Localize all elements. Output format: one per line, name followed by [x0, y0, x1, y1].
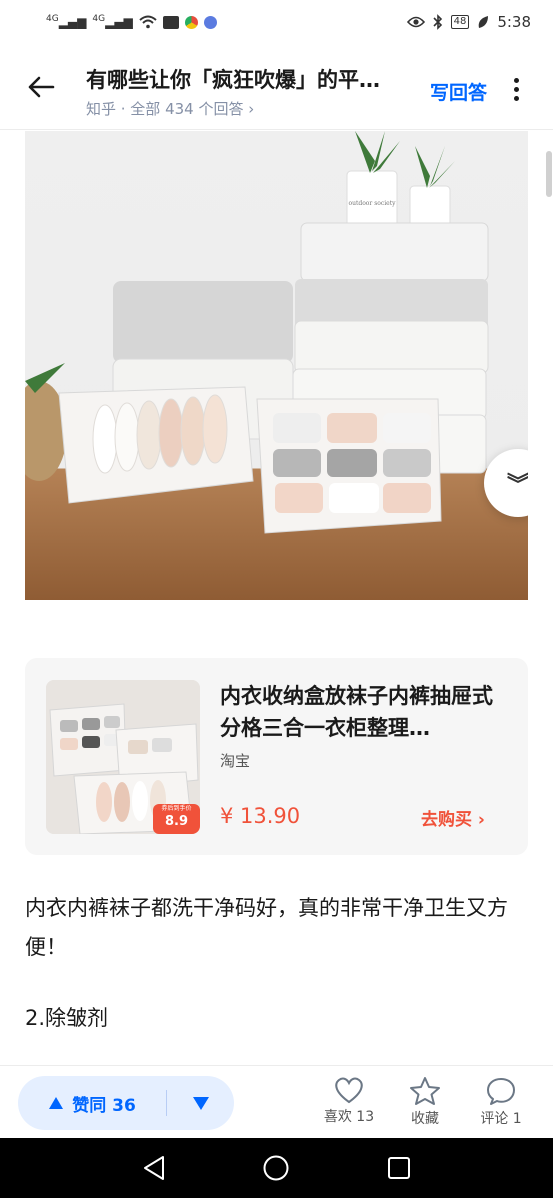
- favorite-button[interactable]: 收藏: [390, 1076, 460, 1134]
- double-chevron-down-icon: ︾: [506, 473, 528, 498]
- nav-home-button[interactable]: [258, 1150, 294, 1186]
- answer-image[interactable]: outdoor society ︾: [25, 131, 528, 600]
- comment-bubble-icon: [487, 1078, 515, 1105]
- signal-label-1: 4G: [46, 14, 59, 24]
- circle-home-icon: [263, 1155, 289, 1181]
- downvote-button[interactable]: [167, 1076, 234, 1130]
- triangle-back-icon: [144, 1156, 164, 1180]
- signal-icon-1: 4G▂▄▆: [46, 14, 87, 30]
- heart-icon: [335, 1077, 363, 1104]
- answers-count-link[interactable]: 知乎 · 全部 434 个回答 ›: [86, 98, 254, 119]
- nav-recents-button[interactable]: [381, 1150, 417, 1186]
- system-navigation-bar: [0, 1138, 553, 1198]
- image-icon: [162, 15, 179, 29]
- promo-price-badge: 券后到手价 8.9: [153, 804, 200, 834]
- product-title[interactable]: 内衣收纳盒放袜子内裤抽屉式分格三合一衣柜整理…: [220, 680, 512, 744]
- promo-badge-price: 8.9: [164, 814, 189, 829]
- buy-button[interactable]: 去购买 ›: [421, 805, 485, 830]
- arrow-left-icon: [28, 76, 55, 98]
- question-title[interactable]: 有哪些让你「疯狂吹爆」的平…: [86, 64, 426, 94]
- upvote-label: 赞同 36: [72, 1095, 136, 1116]
- favorite-label: 收藏: [411, 1111, 439, 1127]
- signal-label-2: 4G: [92, 14, 106, 24]
- status-left: 4G▂▄▆ 4G▂▄▆: [46, 15, 217, 29]
- status-bar: 4G▂▄▆ 4G▂▄▆ 48 5:38: [0, 0, 553, 44]
- square-recents-icon: [388, 1157, 410, 1179]
- app-icon-chrome: [184, 15, 198, 29]
- status-right: 48 5:38: [406, 13, 531, 31]
- upvote-button[interactable]: 赞同 36: [18, 1076, 166, 1130]
- more-options-button[interactable]: [506, 74, 526, 104]
- comment-label: 评论 1: [480, 1111, 522, 1127]
- scrollbar[interactable]: [546, 151, 552, 197]
- product-card[interactable]: 券后到手价 8.9 内衣收纳盒放袜子内裤抽屉式分格三合一衣柜整理… 淘宝 ¥ 1…: [25, 658, 528, 855]
- wifi-icon: [139, 15, 157, 29]
- signal-icon-2: 4G▂▄▆: [92, 14, 133, 30]
- like-button[interactable]: 喜欢 13: [314, 1076, 384, 1134]
- product-source: 淘宝: [220, 752, 251, 770]
- nav-back-button[interactable]: [136, 1150, 172, 1186]
- question-header: 有哪些让你「疯狂吹爆」的平… 知乎 · 全部 434 个回答 › 写回答: [0, 44, 553, 130]
- app-icon-browser: [203, 15, 217, 29]
- star-icon: [410, 1077, 440, 1105]
- answer-paragraph: 内衣内裤袜子都洗干净码好，真的非常干净卫生又方便！: [25, 896, 508, 959]
- vertical-dots-icon: [513, 77, 519, 83]
- leaf-icon: [479, 16, 489, 28]
- dot: [513, 86, 519, 92]
- battery-icon: 48: [450, 15, 470, 29]
- storage-boxes-illustration: outdoor society: [25, 131, 489, 534]
- clock-time: 5:38: [497, 13, 531, 31]
- answer-paragraph: 2.除皱剂: [25, 1006, 109, 1030]
- promo-badge-caption: 券后到手价: [161, 805, 192, 812]
- dot: [513, 95, 519, 101]
- vote-control: 赞同 36: [18, 1076, 234, 1130]
- comment-button[interactable]: 评论 1: [466, 1076, 536, 1134]
- back-button[interactable]: [26, 72, 56, 102]
- write-answer-button[interactable]: 写回答: [430, 78, 487, 105]
- bottom-action-bar: 赞同 36 喜欢 13 收藏 评论 1: [0, 1065, 553, 1138]
- like-label: 喜欢 13: [323, 1109, 375, 1125]
- bluetooth-icon: [433, 14, 442, 30]
- product-thumbnail[interactable]: 券后到手价 8.9: [46, 680, 200, 834]
- answer-content[interactable]: outdoor society ︾ 券后到手价 8.9 内衣收纳盒放袜子内裤抽屉…: [0, 131, 553, 1065]
- product-price: ¥ 13.90: [220, 804, 301, 828]
- triangle-up-icon: [49, 1097, 64, 1109]
- eye-icon: [406, 16, 425, 28]
- triangle-down-icon: [192, 1096, 209, 1110]
- jar-label: outdoor society: [348, 200, 396, 207]
